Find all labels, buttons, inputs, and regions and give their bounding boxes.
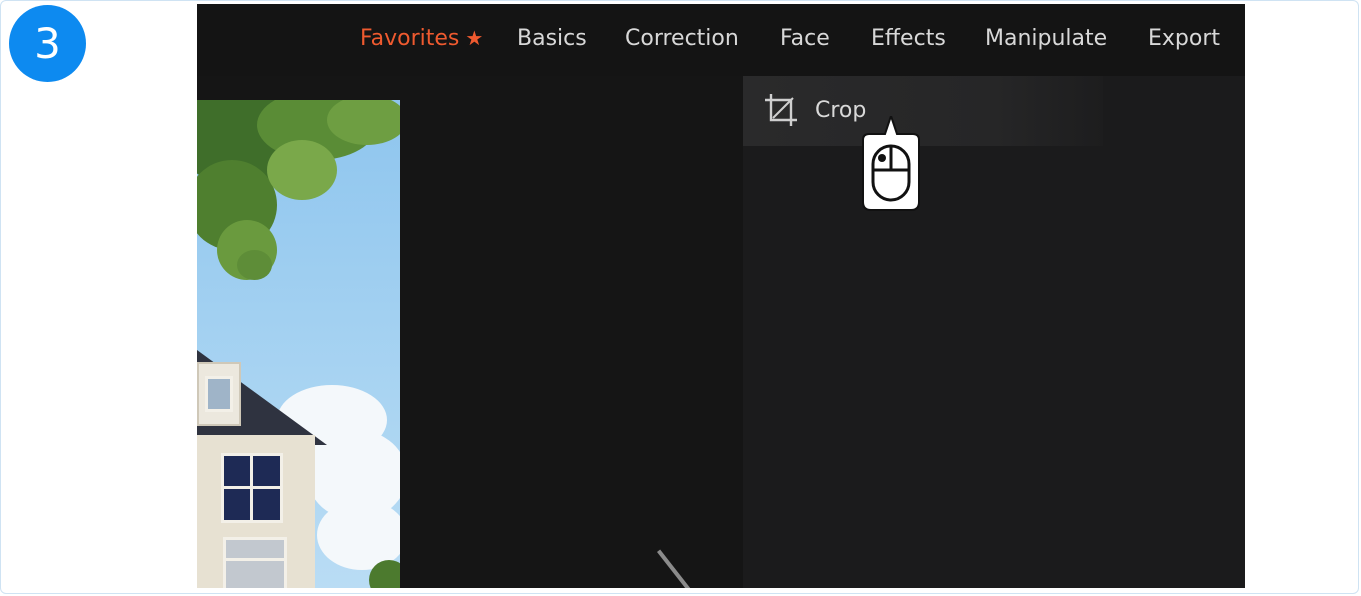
top-menu-bar: Favorites ★ Basics Correction Face Effect… (197, 4, 1245, 76)
tree-foliage (237, 250, 272, 280)
step-number: 3 (34, 19, 61, 68)
tab-favorites-label: Favorites (360, 26, 460, 51)
tab-effects[interactable]: Effects (871, 26, 946, 51)
canvas-guide-line (657, 549, 698, 588)
tab-basics[interactable]: Basics (517, 26, 587, 51)
photo-editor-window: Favorites ★ Basics Correction Face Effect… (197, 4, 1245, 588)
tab-export-label: Export (1148, 26, 1221, 51)
tab-basics-label: Basics (517, 26, 587, 51)
window-mullion (224, 486, 280, 489)
tab-face[interactable]: Face (780, 26, 830, 51)
house-wall (197, 435, 315, 588)
window-mullion (226, 558, 284, 561)
house-window (223, 537, 287, 588)
tab-effects-label: Effects (871, 26, 946, 51)
tab-favorites[interactable]: Favorites ★ (360, 26, 483, 51)
tab-correction-label: Correction (625, 26, 739, 51)
step-number-badge: 3 (9, 5, 86, 82)
tree-foliage (267, 140, 337, 200)
tab-manipulate-label: Manipulate (985, 26, 1108, 51)
crop-icon (765, 94, 797, 126)
crop-tool-label: Crop (815, 98, 867, 123)
tools-panel: Crop (743, 76, 1245, 588)
star-icon: ★ (465, 26, 484, 50)
tutorial-frame: 3 Favorites ★ Basics Correction Face Effe… (0, 0, 1359, 594)
crop-tool-item[interactable]: Crop (743, 76, 1103, 146)
tab-face-label: Face (780, 26, 830, 51)
tab-export[interactable]: Export (1148, 26, 1220, 51)
house-window (221, 453, 283, 523)
mouse-click-icon (862, 116, 920, 211)
tab-manipulate[interactable]: Manipulate (985, 26, 1107, 51)
dormer (197, 362, 241, 426)
photo-canvas[interactable] (197, 100, 400, 588)
dormer-window (205, 376, 233, 412)
tab-correction[interactable]: Correction (625, 26, 739, 51)
